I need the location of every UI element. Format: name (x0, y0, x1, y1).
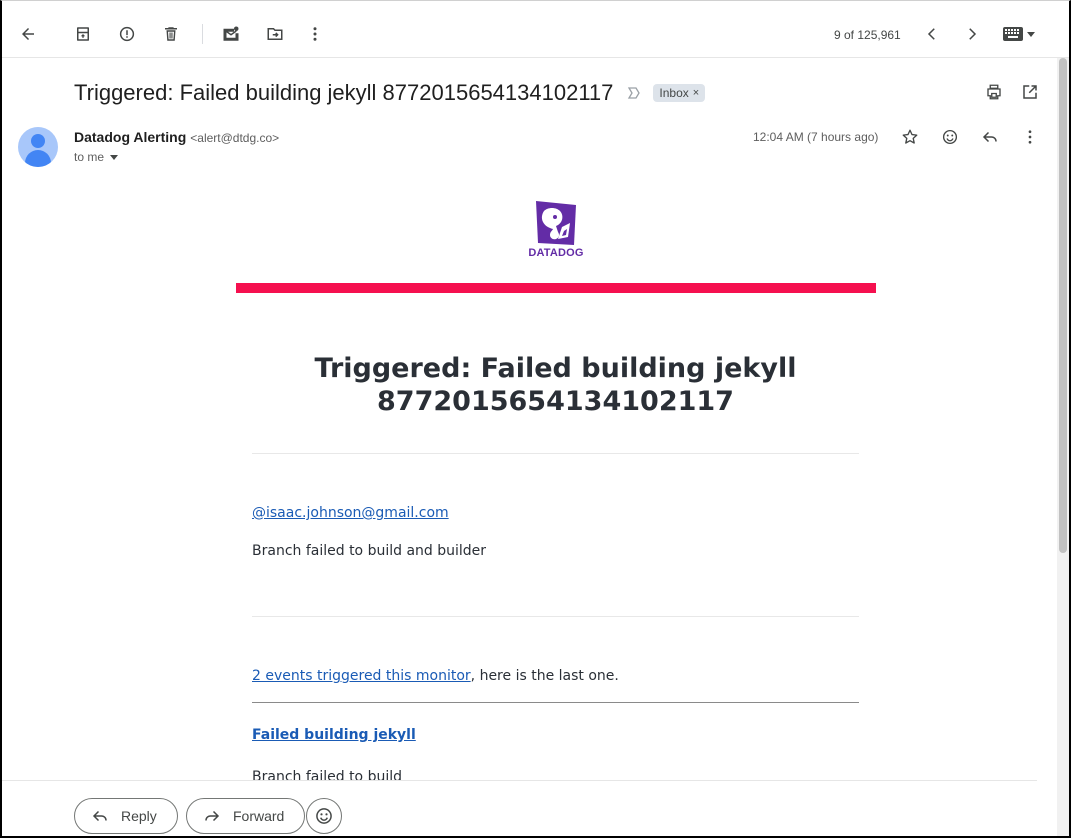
chevron-down-icon (110, 155, 119, 160)
open-new-window-icon (1023, 85, 1037, 99)
events-line: 2 events triggered this monitor, here is… (252, 668, 619, 684)
sender-email: <alert@dtdg.co> (190, 131, 280, 145)
scrollbar-thumb[interactable] (1059, 58, 1067, 553)
emoji-icon (316, 808, 332, 824)
chevron-down-icon (1027, 32, 1035, 37)
sender-name[interactable]: Datadog Alerting (74, 129, 186, 145)
sender-info: Datadog Alerting <alert@dtdg.co> (74, 129, 279, 145)
move-to-button[interactable] (259, 18, 291, 50)
remove-label-button[interactable]: × (693, 87, 699, 99)
reply-bar: Reply Forward (2, 780, 1037, 836)
mention-link[interactable]: @isaac.johnson@gmail.com (252, 505, 449, 521)
message-time: 12:04 AM (7 hours ago) (753, 130, 879, 144)
avatar-body (25, 150, 51, 167)
chevron-right-icon (969, 28, 977, 40)
avatar-head (31, 134, 45, 148)
mark-unread-button[interactable] (215, 18, 247, 50)
more-options-button[interactable] (299, 18, 331, 50)
report-spam-icon (119, 26, 135, 42)
star-icon (902, 129, 918, 144)
forward-label: Forward (233, 808, 285, 824)
star-button[interactable] (894, 124, 926, 150)
subject-actions (983, 80, 1041, 104)
newer-button[interactable] (916, 18, 948, 50)
emoji-icon (942, 129, 958, 145)
toolbar-separator (202, 24, 203, 44)
input-tools-button[interactable] (999, 18, 1039, 50)
reply-pill-button[interactable]: Reply (74, 798, 178, 834)
scrollbar[interactable] (1057, 58, 1069, 836)
label-chip-text: Inbox (659, 86, 689, 100)
event-title-link[interactable]: Failed building jekyll (252, 727, 416, 743)
alert-message: Branch failed to build and builder (252, 543, 487, 559)
reply-icon (92, 810, 107, 822)
mention-line: @isaac.johnson@gmail.com (252, 505, 449, 521)
reply-label: Reply (121, 808, 157, 824)
keyboard-icon (1003, 27, 1023, 41)
more-message-options-button[interactable] (1014, 124, 1046, 150)
divider (252, 616, 859, 617)
subject-row: Triggered: Failed building jekyll 877201… (74, 78, 706, 108)
alert-title: Triggered: Failed building jekyll 877201… (314, 353, 797, 417)
label-chip-inbox: Inbox × (653, 84, 706, 102)
event-title-line: Failed building jekyll (252, 727, 416, 743)
logo-text: DATADOG (528, 247, 584, 259)
message-actions (894, 124, 1046, 150)
back-arrow-icon (22, 28, 34, 40)
add-reaction-button[interactable] (934, 124, 966, 150)
email-subject: Triggered: Failed building jekyll 877201… (74, 80, 614, 105)
delete-icon (165, 27, 177, 41)
recipient-details[interactable]: to me (74, 150, 119, 164)
archive-icon (77, 27, 89, 41)
print-icon (987, 84, 1001, 100)
avatar[interactable] (18, 127, 58, 167)
report-spam-button[interactable] (111, 18, 143, 50)
chevron-left-icon (927, 28, 935, 40)
more-vert-icon (313, 27, 317, 41)
open-new-window-button[interactable] (1019, 80, 1041, 104)
move-to-icon (267, 28, 283, 40)
older-button[interactable] (956, 18, 988, 50)
recipient-text: to me (74, 150, 105, 164)
mark-unread-icon (223, 26, 239, 41)
pagination-count: 9 of 125,961 (834, 28, 901, 42)
back-button[interactable] (12, 18, 44, 50)
events-triggered-link[interactable]: 2 events triggered this monitor (252, 668, 471, 684)
archive-button[interactable] (67, 18, 99, 50)
alert-status-bar (236, 283, 876, 293)
toolbar: 9 of 125,961 (2, 10, 1069, 58)
reply-button[interactable] (974, 124, 1006, 150)
more-vert-icon (1028, 130, 1032, 144)
divider (252, 453, 859, 454)
forward-icon (205, 810, 220, 822)
reply-icon (982, 131, 997, 143)
emoji-reaction-button[interactable] (306, 798, 342, 834)
print-button[interactable] (983, 80, 1005, 104)
forward-pill-button[interactable]: Forward (186, 798, 306, 834)
delete-button[interactable] (155, 18, 187, 50)
event-divider (252, 702, 859, 703)
events-line-text: , here is the last one. (470, 668, 619, 684)
importance-icon[interactable] (627, 86, 641, 100)
